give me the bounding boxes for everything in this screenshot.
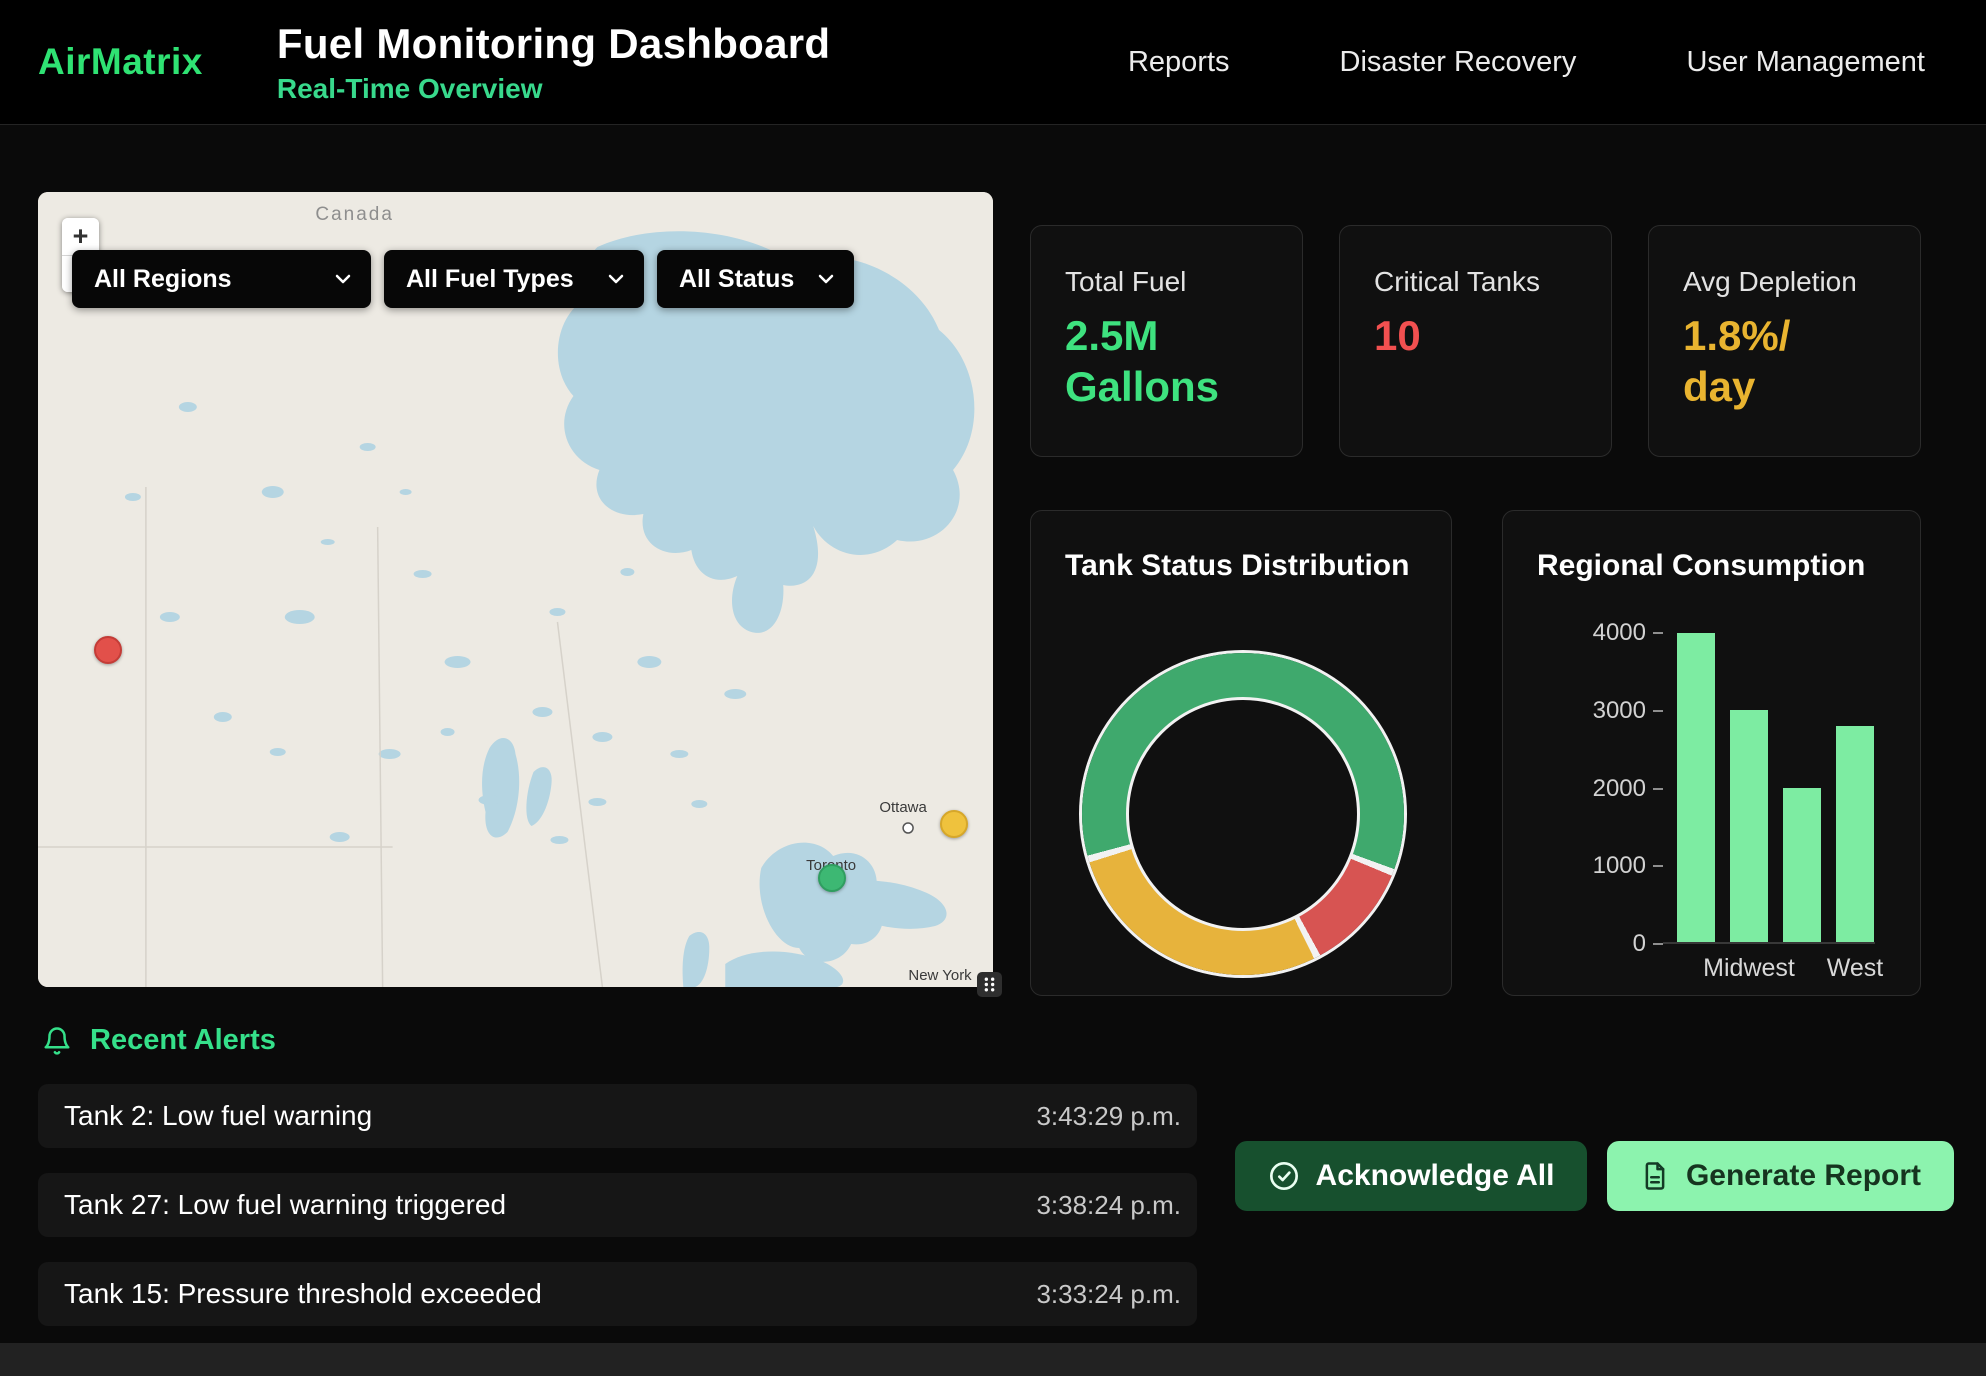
region-filter-dropdown[interactable]: All Regions: [72, 250, 371, 308]
bar-y-axis: 01000200030004000: [1513, 633, 1663, 944]
header: AirMatrix Fuel Monitoring Dashboard Real…: [0, 0, 1986, 125]
map-marker-warning[interactable]: [940, 810, 968, 838]
tank-status-card: Tank Status Distribution: [1030, 510, 1452, 996]
nav-user-management[interactable]: User Management: [1686, 46, 1925, 79]
map-marker-critical[interactable]: [94, 636, 122, 664]
alert-actions: Acknowledge All Generate Report: [1235, 1141, 1954, 1211]
acknowledge-all-button[interactable]: Acknowledge All: [1235, 1141, 1587, 1211]
regional-consumption-bar-chart[interactable]: 01000200030004000 MidwestWest: [1513, 633, 1875, 944]
stat-card-avg-depletion: Avg Depletion 1.8%/ day: [1648, 225, 1921, 457]
generate-report-button[interactable]: Generate Report: [1607, 1141, 1954, 1211]
bar-3[interactable]: [1836, 726, 1874, 942]
nav-disaster-recovery[interactable]: Disaster Recovery: [1340, 46, 1577, 79]
acknowledge-all-label: Acknowledge All: [1316, 1159, 1555, 1193]
alert-row[interactable]: Tank 2: Low fuel warning 3:43:29 p.m.: [38, 1084, 1197, 1148]
chevron-down-icon: [814, 267, 838, 291]
map-panel[interactable]: Canada Ottawa Toronto New York + − All R…: [38, 192, 993, 987]
x-axis-label: West: [1836, 954, 1874, 983]
title-block: Fuel Monitoring Dashboard Real-Time Over…: [277, 20, 830, 105]
map-attribution-toggle[interactable]: [977, 972, 1002, 997]
tank-status-donut-chart[interactable]: [1082, 653, 1404, 975]
bottom-strip: [0, 1343, 1986, 1376]
map-filter-row: All Regions All Fuel Types All Status: [72, 250, 854, 308]
alert-timestamp: 3:38:24 p.m.: [1036, 1190, 1181, 1221]
nav-reports[interactable]: Reports: [1128, 46, 1230, 79]
recent-alerts-heading: Recent Alerts: [42, 1024, 276, 1057]
status-filter-dropdown[interactable]: All Status: [657, 250, 854, 308]
right-column: Total Fuel 2.5M Gallons Critical Tanks 1…: [1030, 225, 1921, 996]
alert-message: Tank 2: Low fuel warning: [64, 1100, 372, 1132]
chevron-down-icon: [604, 267, 628, 291]
stat-card-critical-tanks: Critical Tanks 10: [1339, 225, 1612, 457]
alert-row[interactable]: Tank 15: Pressure threshold exceeded 3:3…: [38, 1262, 1197, 1326]
main-nav: Reports Disaster Recovery User Managemen…: [1128, 46, 1925, 79]
tank-status-card-title: Tank Status Distribution: [1065, 549, 1409, 583]
alert-timestamp: 3:33:24 p.m.: [1036, 1279, 1181, 1310]
alert-message: Tank 27: Low fuel warning triggered: [64, 1189, 506, 1221]
fuel-type-filter-dropdown[interactable]: All Fuel Types: [384, 250, 644, 308]
y-axis-tick: 3000: [1593, 697, 1663, 725]
fuel-type-filter-value: All Fuel Types: [406, 265, 574, 294]
check-circle-icon: [1268, 1160, 1300, 1192]
bar-x-axis-labels: Midwest West: [1663, 954, 1874, 983]
bar-0[interactable]: [1677, 633, 1715, 942]
document-icon: [1640, 1161, 1670, 1191]
regional-consumption-card: Regional Consumption 0 1000 2000 3000 4000 M…: [1502, 510, 1921, 996]
bar-1[interactable]: [1730, 710, 1768, 942]
map-marker-normal[interactable]: [818, 864, 846, 892]
charts-row: Tank Status Distribution Regional Consum…: [1030, 510, 1921, 996]
y-axis-tick: 4000: [1593, 619, 1663, 647]
page-title: Fuel Monitoring Dashboard: [277, 20, 830, 68]
recent-alerts-title: Recent Alerts: [90, 1024, 276, 1057]
alert-list: Tank 2: Low fuel warning 3:43:29 p.m. Ta…: [38, 1084, 1197, 1326]
map-marker-layer: [38, 192, 993, 987]
app-root: AirMatrix Fuel Monitoring Dashboard Real…: [0, 0, 1986, 1376]
bar-2[interactable]: [1783, 788, 1821, 943]
alert-timestamp: 3:43:29 p.m.: [1036, 1101, 1181, 1132]
y-axis-tick: 0: [1633, 930, 1663, 958]
bars-container: [1663, 633, 1875, 942]
stats-row: Total Fuel 2.5M Gallons Critical Tanks 1…: [1030, 225, 1921, 457]
page-subtitle: Real-Time Overview: [277, 73, 830, 105]
grip-dots-icon: [982, 975, 997, 994]
x-axis-label: Midwest: [1730, 954, 1768, 983]
region-filter-value: All Regions: [94, 265, 232, 294]
alert-message: Tank 15: Pressure threshold exceeded: [64, 1278, 542, 1310]
alert-row[interactable]: Tank 27: Low fuel warning triggered 3:38…: [38, 1173, 1197, 1237]
stat-card-total-fuel: Total Fuel 2.5M Gallons: [1030, 225, 1303, 457]
y-axis-tick: 1000: [1593, 852, 1663, 880]
stat-label: Total Fuel: [1065, 266, 1268, 298]
stat-value: 1.8%/ day: [1683, 310, 1886, 412]
stat-value: 10: [1374, 310, 1577, 361]
bar-plot-area[interactable]: MidwestWest: [1663, 633, 1875, 944]
status-filter-value: All Status: [679, 265, 794, 294]
x-axis-label: [1783, 954, 1821, 983]
stat-value: 2.5M Gallons: [1065, 310, 1268, 412]
chevron-down-icon: [331, 267, 355, 291]
bell-icon: [42, 1026, 72, 1056]
y-axis-tick: 2000: [1593, 775, 1663, 803]
generate-report-label: Generate Report: [1686, 1159, 1921, 1193]
regional-consumption-card-title: Regional Consumption: [1537, 549, 1865, 583]
stat-label: Avg Depletion: [1683, 266, 1886, 298]
brand-logo[interactable]: AirMatrix: [38, 41, 203, 83]
stat-label: Critical Tanks: [1374, 266, 1577, 298]
map-viewport[interactable]: Canada Ottawa Toronto New York: [38, 192, 993, 987]
